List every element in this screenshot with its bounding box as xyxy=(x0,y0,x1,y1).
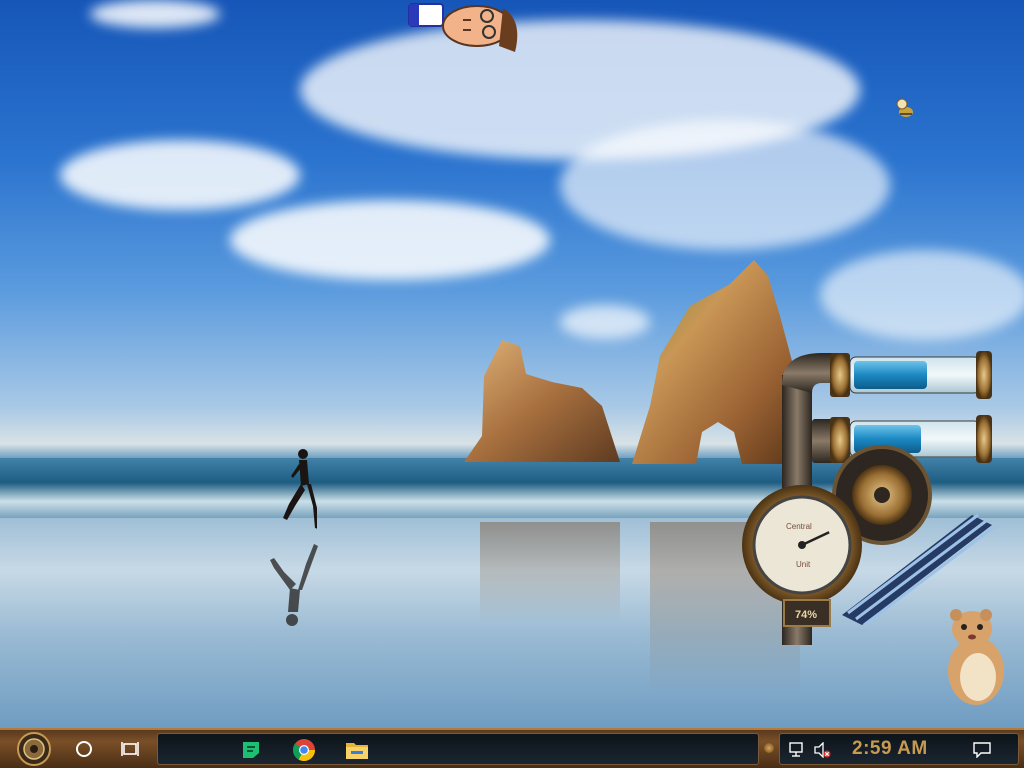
cloud xyxy=(90,0,220,28)
folder-icon xyxy=(346,743,368,759)
rock-reflection xyxy=(480,522,620,622)
start-button[interactable] xyxy=(10,732,58,766)
chrome-icon xyxy=(292,739,315,761)
steampunk-gear-start-icon xyxy=(17,732,51,766)
left-rock xyxy=(464,340,620,462)
cloud xyxy=(560,120,890,250)
taskbar-app-file-explorer[interactable] xyxy=(342,736,372,764)
task-view-button[interactable] xyxy=(116,734,144,764)
cloud xyxy=(230,200,550,280)
runner-reflection xyxy=(270,544,318,626)
hamster-pet-icon[interactable] xyxy=(942,605,1006,707)
task-view-icon xyxy=(121,742,139,756)
network-tray-button[interactable] xyxy=(788,740,808,760)
action-center-button[interactable] xyxy=(972,740,992,760)
cloud xyxy=(60,140,300,210)
taskbar-app-chrome[interactable] xyxy=(289,736,319,764)
volume-tray-button[interactable] xyxy=(812,740,832,760)
cloud xyxy=(820,250,1024,340)
volume-muted-icon xyxy=(814,742,831,758)
system-tray: 2:59 AM xyxy=(779,733,1019,765)
runner-silhouette xyxy=(283,449,317,529)
taskbar-pinned-apps xyxy=(157,733,759,765)
network-icon xyxy=(789,742,803,757)
taskbar-app-notes[interactable] xyxy=(236,736,266,764)
tray-overflow-button[interactable] xyxy=(764,743,774,753)
taskbar: 2:59 AM xyxy=(0,728,1024,768)
desktop: Central Unit 74% xyxy=(0,0,1024,728)
taskbar-clock[interactable]: 2:59 AM xyxy=(852,738,928,760)
circle-search-icon xyxy=(76,741,92,757)
bee-sticker xyxy=(896,98,913,117)
action-center-icon xyxy=(973,742,991,758)
cartoon-character-sticker xyxy=(408,3,518,52)
gauge-top-label: Central xyxy=(786,522,812,531)
search-button[interactable] xyxy=(70,734,98,764)
gauge-bottom-label: Unit xyxy=(796,560,811,569)
notes-icon xyxy=(243,742,259,758)
gauge-percent-readout: 74% xyxy=(795,609,818,621)
